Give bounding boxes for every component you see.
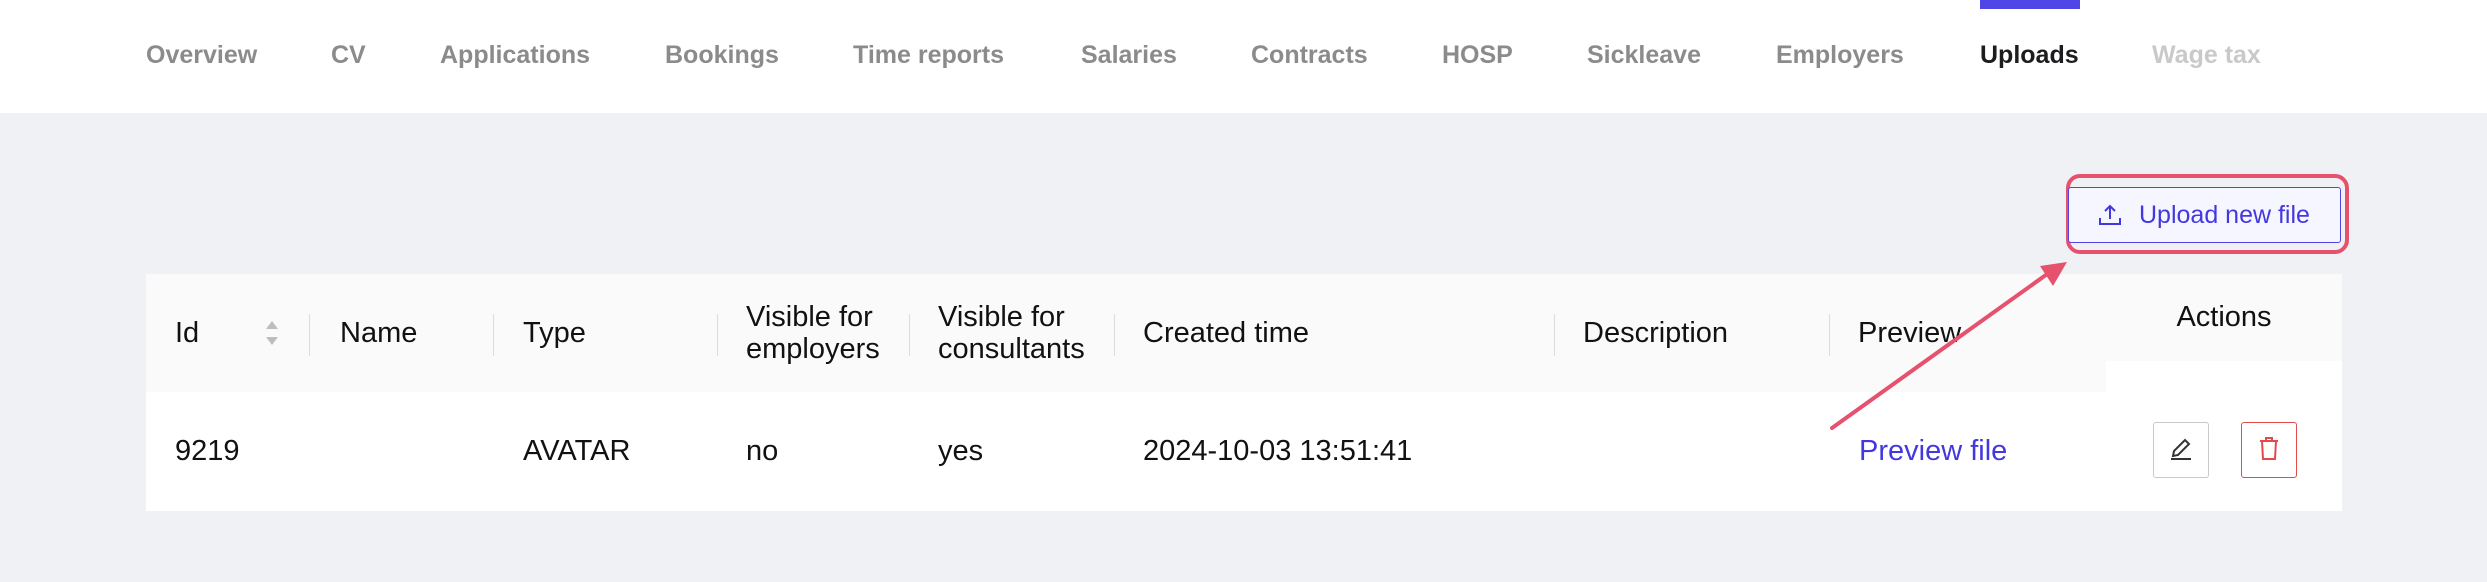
annotation-arrow: [1830, 262, 2067, 430]
